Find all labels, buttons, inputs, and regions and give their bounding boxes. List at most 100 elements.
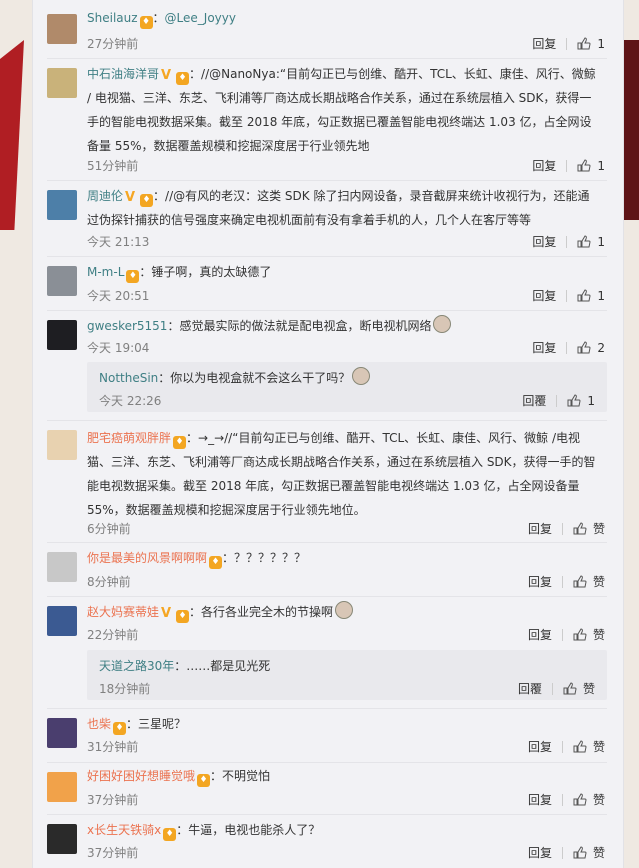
thumbs-up-icon[interactable] [573,740,587,753]
avatar[interactable] [47,68,77,98]
username-link[interactable]: 你是最美的风景啊啊啊 [87,551,207,565]
comment-text: x长生天铁骑x ♦ ：牛逼，电视也能杀人了？ [87,823,321,841]
comment-actions: 回复 赞 [528,573,605,590]
avatar[interactable] [47,14,77,44]
avatar[interactable] [47,718,77,748]
member-badge-icon: ♦ [197,774,211,787]
comment-text: 也柴 ♦ ：三星呢？ [87,717,187,735]
username-link[interactable]: gwesker5151 [87,319,167,333]
username-link[interactable]: 周迪伦 [87,189,123,203]
mention-link[interactable]: @Lee_Joyyy [165,11,236,25]
emoji-icon [352,367,371,385]
username-link[interactable]: 天道之路30年 [99,659,174,673]
thumbs-up-icon[interactable] [567,394,581,407]
comment-actions: 回复 1 [532,157,605,174]
member-badge-icon: ♦ [173,436,187,449]
member-badge-icon: ♦ [176,610,190,623]
timestamp: 22分钟前 [87,628,139,642]
emoji-icon [335,601,354,619]
thumbs-up-icon[interactable] [577,341,591,354]
sub-reply-text: NottheSin：你以为电视盒就不会这么干了吗？ [99,366,371,390]
sub-reply: 天道之路30年：……都是见光死 18分钟前 回覆 赞 [87,650,607,700]
reply-button[interactable]: 回复 [528,520,552,537]
reply-button[interactable]: 回复 [532,157,556,174]
thumbs-up-icon[interactable] [573,628,587,641]
comment-text: 你是最美的风景啊啊啊 ♦：？？？？？？ [87,551,307,569]
thumbs-up-icon[interactable] [573,846,587,859]
username-link[interactable]: x长生天铁骑x [87,823,161,837]
comment-text: 赵大妈赛蒂娃 V ♦ ：各行各业完全木的节操啊 [87,600,599,624]
like-count: 赞 [592,846,605,860]
username-link[interactable]: 肥宅癌萌观胖胖 [87,431,171,445]
timestamp: 31分钟前 [87,740,139,754]
thumbs-up-icon[interactable] [573,575,587,588]
timestamp: 37分钟前 [87,846,139,860]
reply-button[interactable]: 回复 [528,573,552,590]
like-count: 1 [597,288,605,303]
username-link[interactable]: 赵大妈赛蒂娃 [87,605,159,619]
timestamp: 37分钟前 [87,793,139,807]
comment-actions: 回复 2 [532,339,605,356]
timestamp: 今天 21:13 [87,235,150,249]
comment-text: Sheilauz ♦ ：@Lee_Joyyy [87,11,236,29]
thumbs-up-icon[interactable] [573,522,587,535]
avatar[interactable] [47,606,77,636]
comment-text: 肥宅癌萌观胖胖 ♦ ：→_→//“目前勾正已与创维、酷开、TCL、长虹、康佳、风行、… [87,431,596,517]
comment-text: 中石油海洋哥 V ♦ ：//@NanoNya:“目前勾正已与创维、酷开、TCL、长虹、… [87,62,599,158]
like-count: 赞 [592,575,605,589]
comment-text: gwesker5151：感觉最实际的做法就是配电视盒，断电视机网络 [87,314,599,338]
thumbs-up-icon[interactable] [577,159,591,172]
reply-button[interactable]: 回复 [532,339,556,356]
avatar[interactable] [47,320,77,350]
timestamp: 6分钟前 [87,522,131,536]
avatar[interactable] [47,772,77,802]
verified-icon: V [161,68,172,83]
comment-text: M-m-L ♦ ：锤子啊，真的太缺德了 [87,265,272,283]
member-badge-icon: ♦ [139,16,153,29]
avatar[interactable] [47,266,77,296]
username-link[interactable]: 也柴 [87,717,111,731]
reply-button[interactable]: 回覆 [522,392,546,409]
avatar[interactable] [47,430,77,460]
thumbs-up-icon[interactable] [577,289,591,302]
thumbs-up-icon[interactable] [563,682,577,695]
username-link[interactable]: 中石油海洋哥 [87,67,159,81]
reply-button[interactable]: 回复 [532,233,556,250]
username-link[interactable]: 好困好困好想睡觉哦 [87,769,195,783]
comment-list: Sheilauz ♦ ：@Lee_Joyyy 27分钟前 回复 1 中石油海洋哥 V ♦… [32,0,624,868]
comment-actions: 回复 1 [532,35,605,52]
reply-button[interactable]: 回复 [528,844,552,861]
sub-reply: NottheSin：你以为电视盒就不会这么干了吗？ 今天 22:26 回覆 1 [87,362,607,412]
thumbs-up-icon[interactable] [573,793,587,806]
reply-button[interactable]: 回复 [532,35,556,52]
reply-button[interactable]: 回复 [528,791,552,808]
timestamp: 今天 19:04 [87,341,150,355]
avatar[interactable] [47,552,77,582]
username-link[interactable]: Sheilauz [87,11,138,25]
comment-actions: 回复 1 [532,287,605,304]
like-count: 1 [597,234,605,249]
member-badge-icon: ♦ [126,270,140,283]
username-link[interactable]: NottheSin [99,371,158,385]
avatar[interactable] [47,824,77,854]
like-count: 赞 [592,793,605,807]
timestamp: 51分钟前 [87,159,139,173]
reply-button[interactable]: 回复 [528,626,552,643]
thumbs-up-icon[interactable] [577,235,591,248]
reply-button[interactable]: 回复 [528,738,552,755]
comment-actions: 回复 赞 [528,520,605,537]
member-badge-icon: ♦ [209,556,223,569]
comment-actions: 回复 赞 [528,791,605,808]
reply-button[interactable]: 回覆 [518,680,542,697]
thumbs-up-icon[interactable] [577,37,591,50]
like-count: 赞 [592,522,605,536]
timestamp: 今天 22:26 [99,394,162,408]
username-link[interactable]: M-m-L [87,265,124,279]
sub-reply-text: 天道之路30年：……都是见光死 [99,659,271,673]
reply-button[interactable]: 回复 [532,287,556,304]
member-badge-icon: ♦ [140,194,154,207]
avatar[interactable] [47,190,77,220]
timestamp: 今天 20:51 [87,289,150,303]
like-count: 1 [597,36,605,51]
verified-icon: V [125,190,136,205]
